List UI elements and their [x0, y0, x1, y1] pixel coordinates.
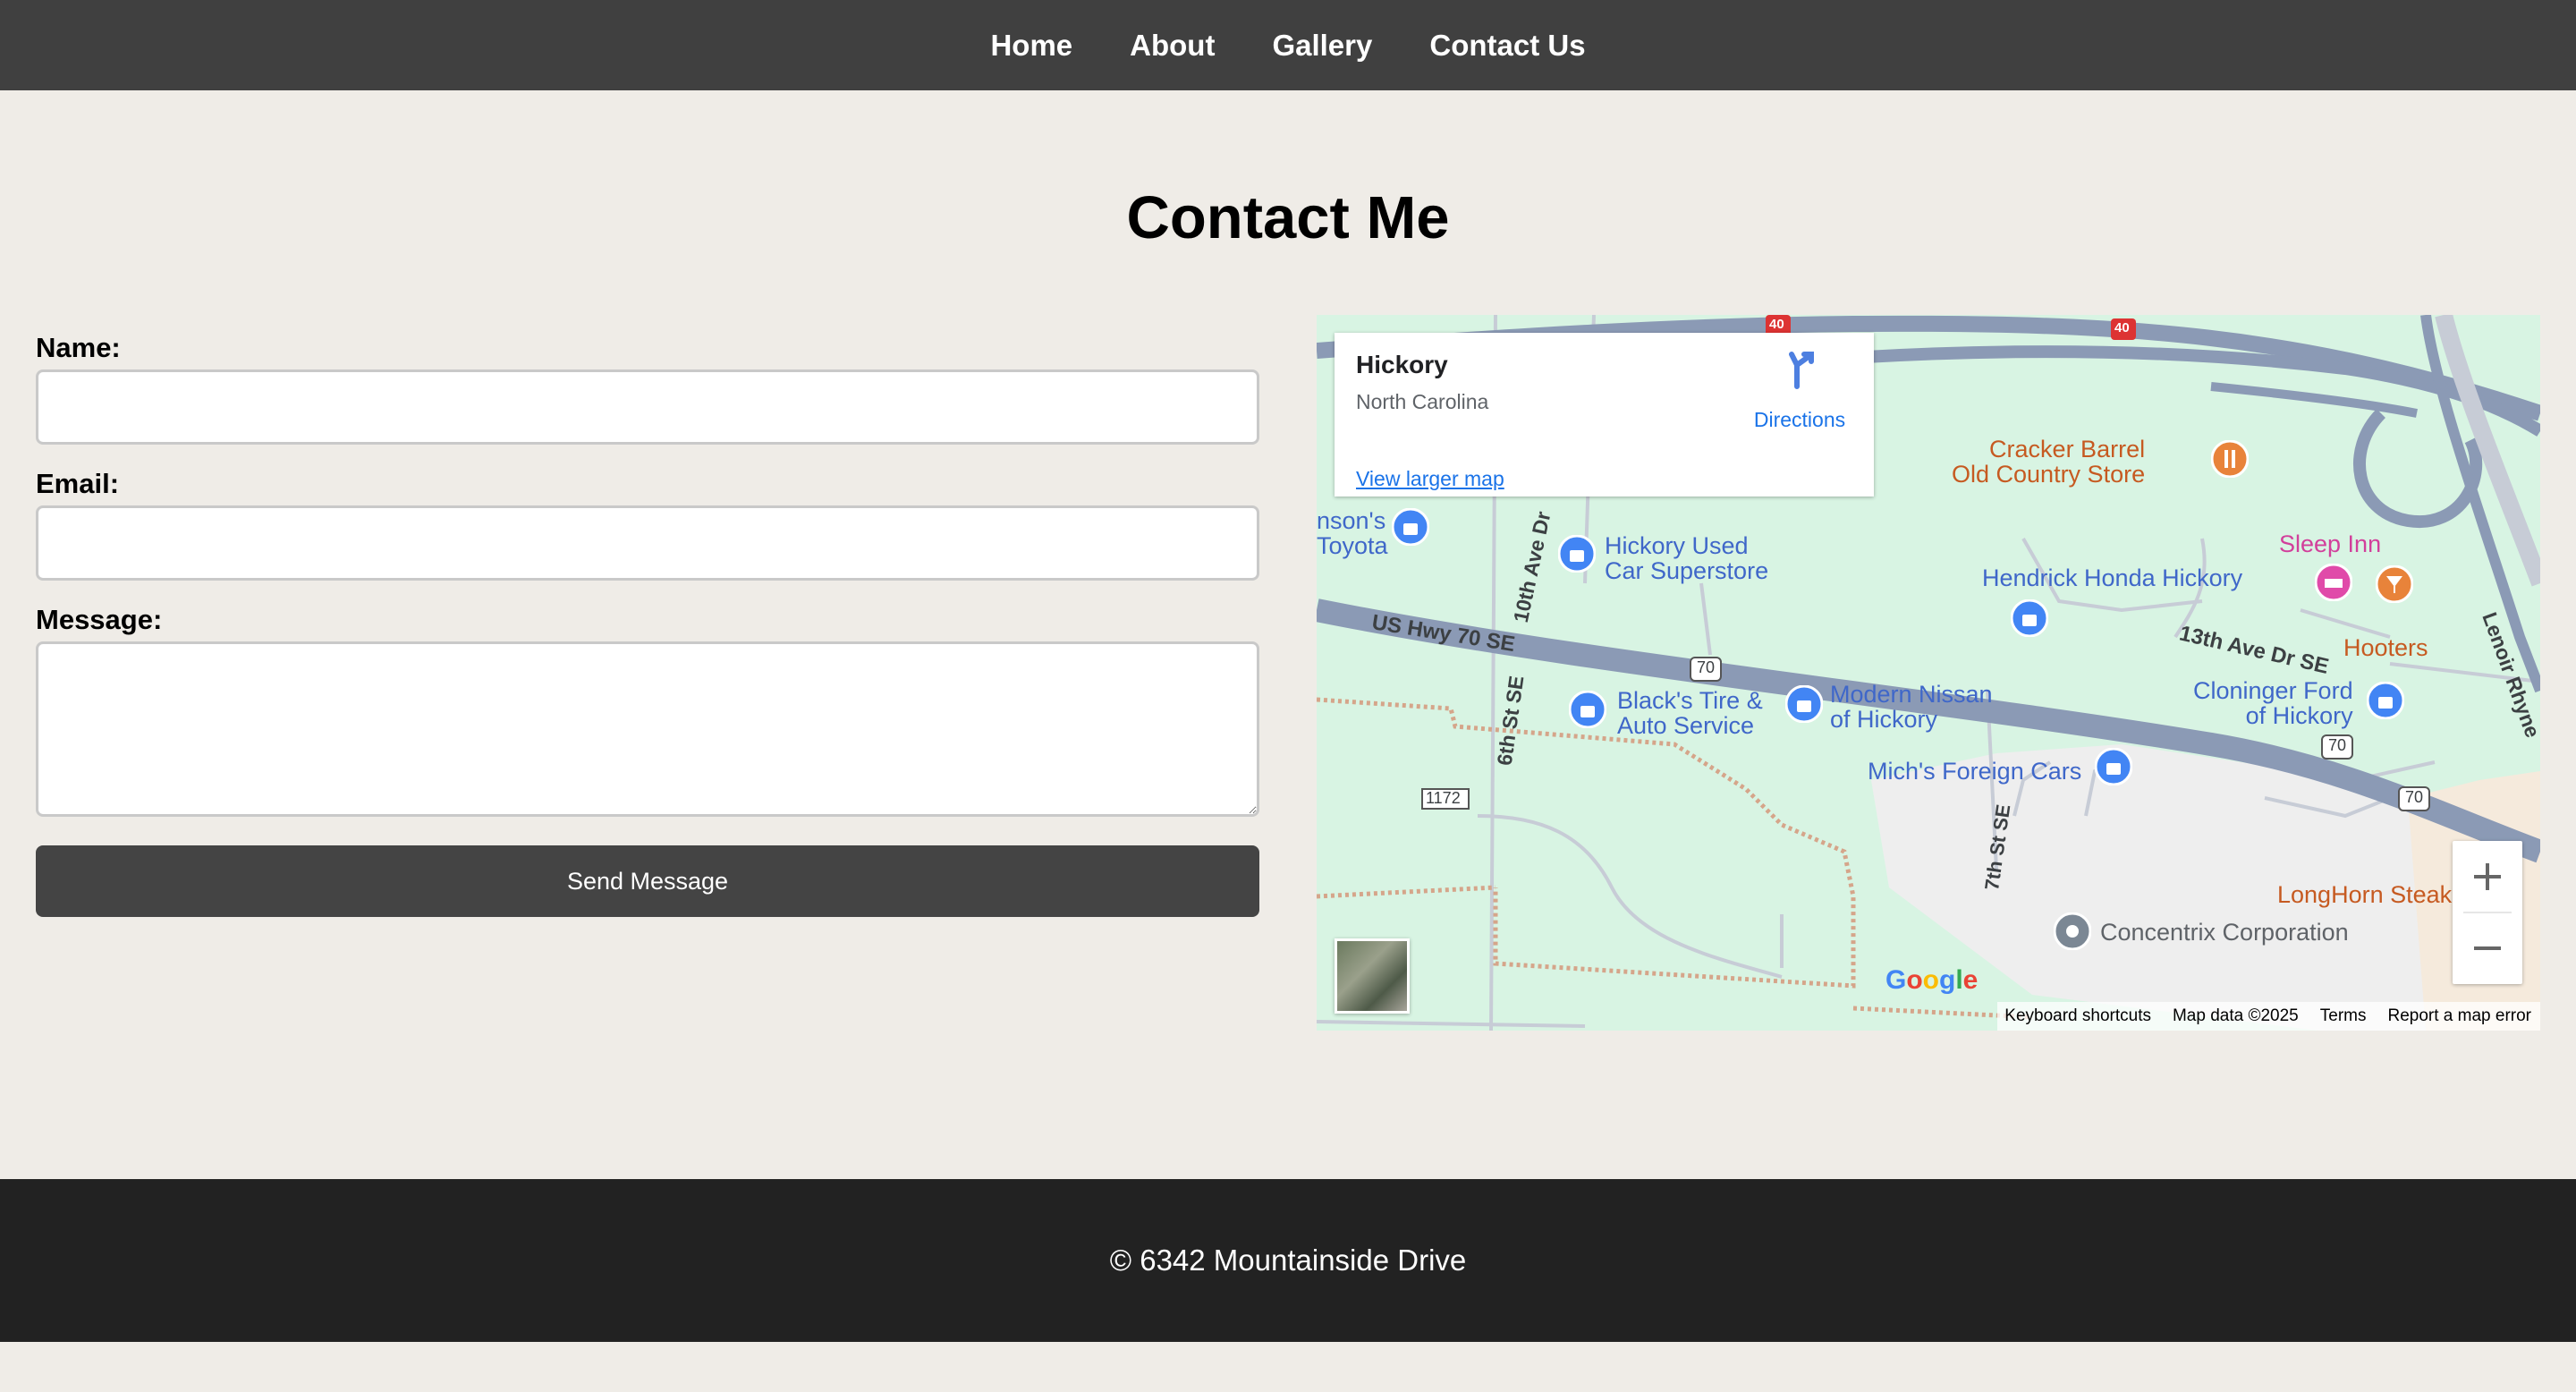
satellite-toggle-button[interactable] — [1335, 938, 1410, 1014]
zoom-in-button[interactable] — [2453, 841, 2522, 912]
google-logo: Google — [1885, 965, 1979, 995]
keyboard-shortcuts-link[interactable]: Keyboard shortcuts — [2004, 1006, 2151, 1026]
view-larger-map-link[interactable]: View larger map — [1356, 467, 1504, 491]
contact-form: Name: Email: Message: Send Message — [36, 327, 1259, 917]
nav-about-link[interactable]: About — [1130, 29, 1215, 63]
restaurant-pin-icon[interactable] — [2211, 440, 2249, 478]
message-textarea[interactable] — [36, 641, 1259, 817]
zoom-control — [2453, 841, 2522, 984]
place-subtitle: North Carolina — [1356, 390, 1489, 413]
shield-70-c: 70 — [2405, 788, 2424, 806]
page-title: Contact Me — [1126, 184, 1450, 251]
shield-40-a: 40 — [1769, 317, 1784, 332]
footer: © 6342 Mountainside Drive — [0, 1179, 2576, 1342]
route-1172-label: 1172 — [1426, 789, 1461, 807]
terms-link[interactable]: Terms — [2320, 1006, 2367, 1026]
poi-pin-icon[interactable] — [2011, 599, 2048, 637]
poi-label-johnsons-toyota[interactable]: nson's Toyota — [1317, 508, 1388, 558]
poi-label-modern-nissan[interactable]: Modern Nissan of Hickory — [1830, 682, 1993, 732]
report-error-link[interactable]: Report a map error — [2387, 1006, 2531, 1026]
poi-label-michs-foreign-cars[interactable]: Mich's Foreign Cars — [1868, 759, 2081, 784]
poi-label-longhorn[interactable]: LongHorn Steak — [2277, 882, 2452, 907]
embedded-map[interactable]: US Hwy 70 SE 10th Ave Dr 6th St SE 13th … — [1317, 315, 2540, 1031]
send-message-button[interactable]: Send Message — [36, 845, 1259, 917]
map-info-card: Hickory North Carolina View larger map D… — [1335, 333, 1874, 497]
poi-label-hickory-used[interactable]: Hickory Used Car Superstore — [1605, 533, 1768, 583]
place-pin-icon[interactable] — [2054, 912, 2091, 950]
place-title: Hickory — [1356, 351, 1448, 378]
email-input[interactable] — [36, 505, 1259, 581]
poi-pin-icon[interactable] — [2367, 682, 2404, 719]
poi-pin-icon[interactable] — [2095, 748, 2132, 785]
zoom-out-button[interactable] — [2453, 912, 2522, 984]
poi-label-concentrix[interactable]: Concentrix Corporation — [2100, 920, 2349, 945]
poi-label-hendrick-honda[interactable]: Hendrick Honda Hickory — [1982, 565, 2242, 590]
map-attribution-bar: Keyboard shortcuts Map data ©2025 Terms … — [1997, 1002, 2540, 1031]
name-input[interactable] — [36, 369, 1259, 445]
poi-label-sleep-inn[interactable]: Sleep Inn — [2279, 531, 2381, 556]
poi-pin-icon[interactable] — [1392, 508, 1429, 546]
shield-70-a: 70 — [1697, 658, 1716, 676]
poi-label-blacks-tire[interactable]: Black's Tire & Auto Service — [1617, 688, 1763, 738]
nav-home-link[interactable]: Home — [990, 29, 1072, 63]
directions-label: Directions — [1753, 408, 1846, 431]
top-nav: Home About Gallery Contact Us — [0, 0, 2576, 90]
poi-label-hooters[interactable]: Hooters — [2343, 635, 2428, 660]
poi-label-cloninger-ford[interactable]: Cloninger Ford of Hickory — [2193, 678, 2353, 728]
poi-pin-icon[interactable] — [1785, 685, 1823, 723]
message-label: Message: — [36, 604, 163, 635]
email-label: Email: — [36, 468, 120, 499]
footer-text: © 6342 Mountainside Drive — [1109, 1243, 1467, 1277]
poi-label-cracker-barrel[interactable]: Cracker Barrel Old Country Store — [1952, 437, 2145, 487]
plus-icon — [2474, 863, 2501, 890]
map-data-text: Map data ©2025 — [2172, 1006, 2299, 1025]
shield-40-b: 40 — [2114, 320, 2130, 335]
hotel-pin-icon[interactable] — [2315, 564, 2352, 601]
minus-icon — [2474, 946, 2501, 950]
poi-pin-icon[interactable] — [1569, 691, 1606, 728]
poi-pin-icon[interactable] — [1558, 535, 1596, 573]
nav-contact-link[interactable]: Contact Us — [1429, 29, 1585, 63]
nav-gallery-link[interactable]: Gallery — [1272, 29, 1372, 63]
directions-icon — [1789, 352, 1814, 389]
shield-70-b: 70 — [2328, 736, 2347, 754]
bar-pin-icon[interactable] — [2376, 565, 2413, 603]
name-label: Name: — [36, 332, 121, 363]
